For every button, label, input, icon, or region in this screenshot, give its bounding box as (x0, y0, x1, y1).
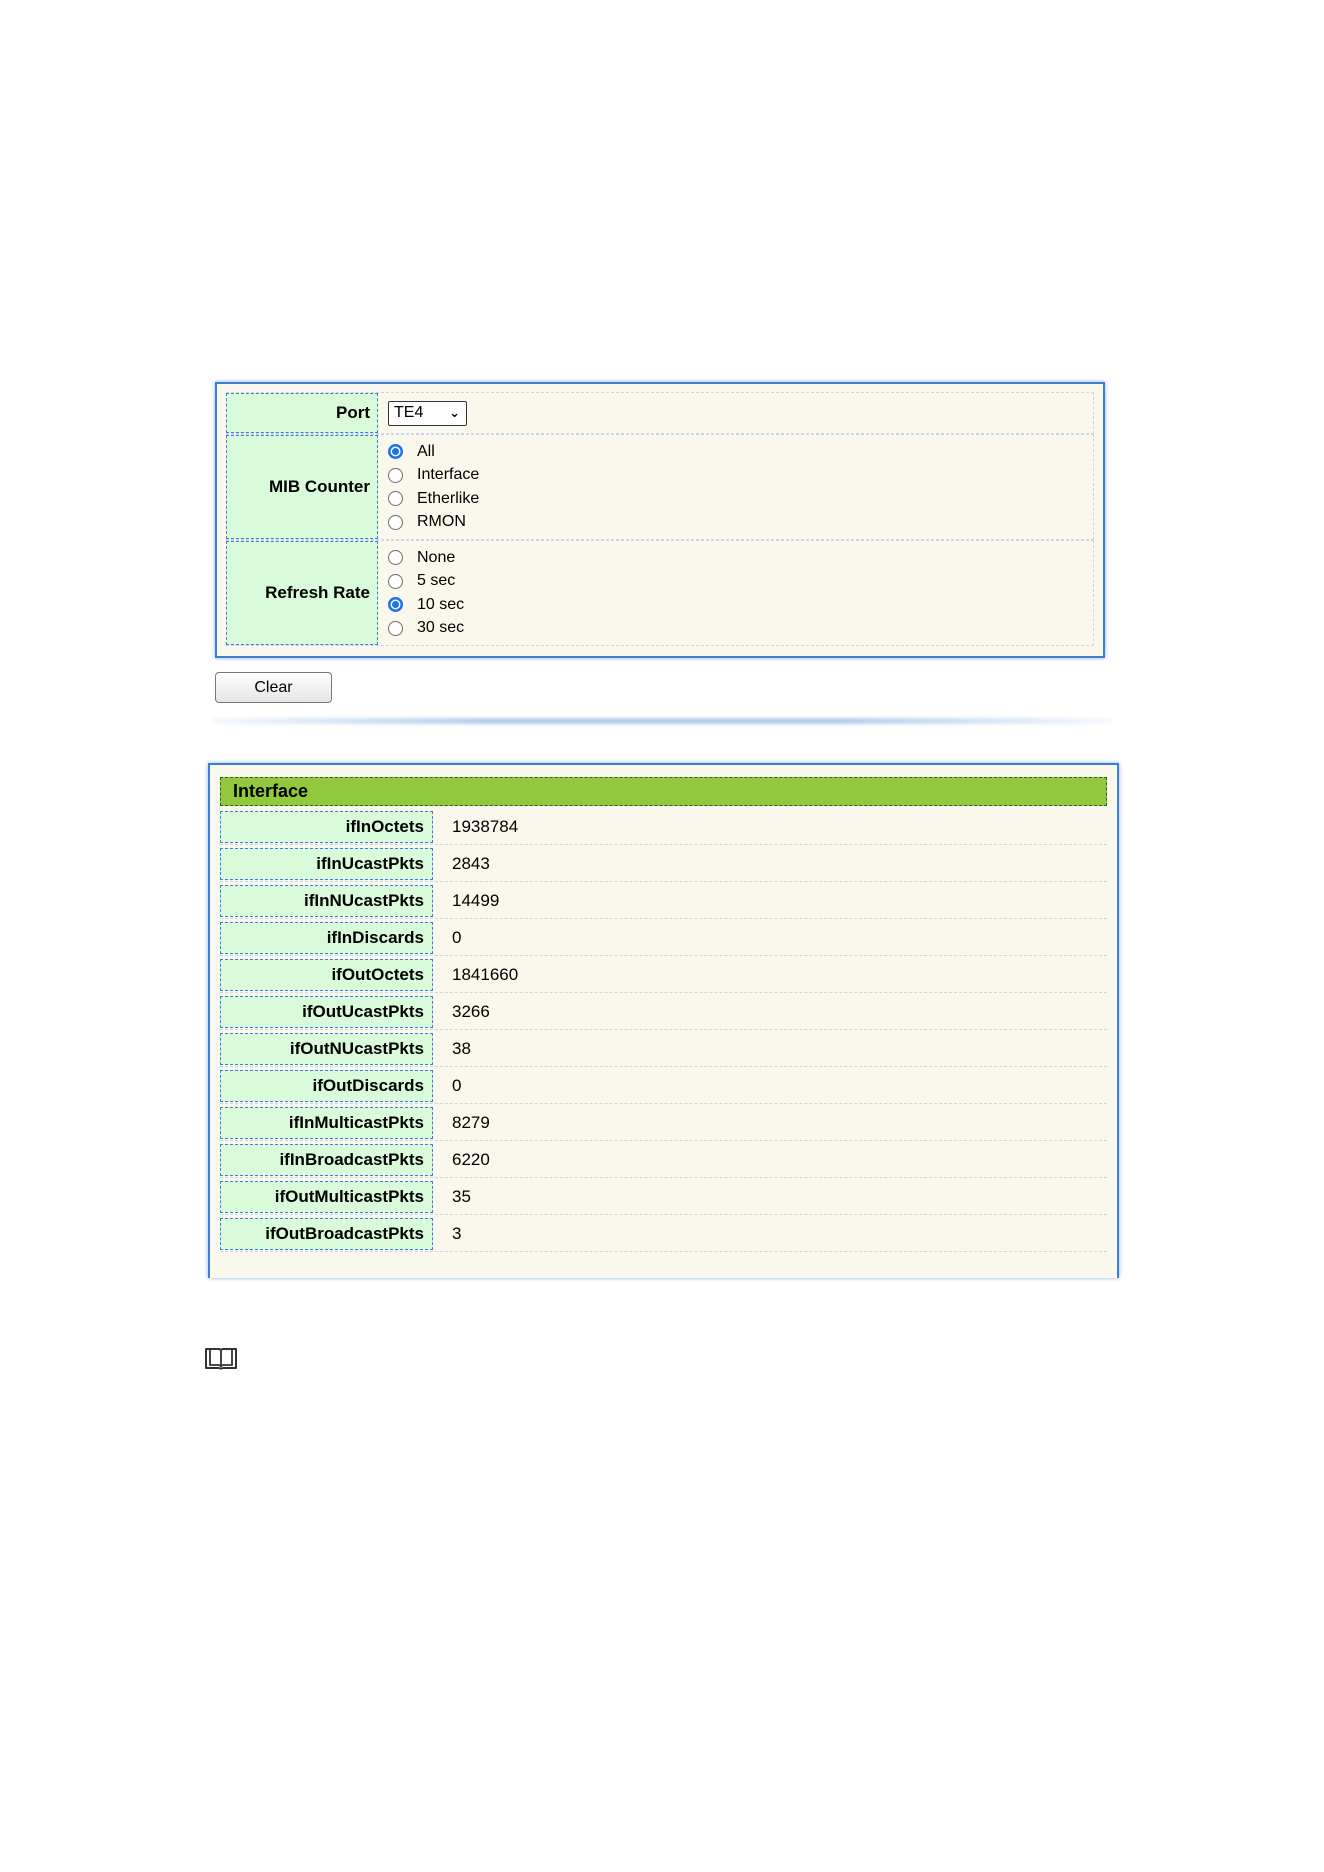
port-label: Port (226, 393, 378, 433)
clear-button[interactable]: Clear (215, 672, 332, 703)
radio-button[interactable] (388, 573, 403, 589)
counter-row: ifOutOctets 1841660 (220, 957, 1107, 993)
counter-value: 3266 (452, 1001, 490, 1021)
counter-name: ifOutDiscards (220, 1070, 433, 1102)
radio-label: 30 sec (417, 619, 465, 637)
mib-counter-option-etherlike[interactable]: Etherlike (388, 489, 479, 509)
counter-row: ifInBroadcastPkts 6220 (220, 1142, 1107, 1178)
counter-row: ifInNUcastPkts 14499 (220, 883, 1107, 919)
counter-name: ifOutMulticastPkts (220, 1181, 433, 1213)
interface-header: Interface (220, 777, 1107, 806)
counter-name: ifOutOctets (220, 959, 433, 991)
counter-row: ifOutNUcastPkts 38 (220, 1031, 1107, 1067)
counter-name: ifInMulticastPkts (220, 1107, 433, 1139)
radio-label: RMON (417, 513, 466, 531)
mib-counter-row: MIB Counter All Interface Etherlike RMON (226, 434, 1094, 540)
counter-row: ifInOctets 1938784 (220, 809, 1107, 845)
counter-value: 38 (452, 1038, 471, 1058)
counter-value: 2843 (452, 853, 490, 873)
radio-label: 5 sec (417, 572, 456, 590)
counter-name: ifOutBroadcastPkts (220, 1218, 433, 1250)
counter-value: 1938784 (452, 816, 519, 836)
counter-row: ifOutMulticastPkts 35 (220, 1179, 1107, 1215)
book-icon (205, 1348, 237, 1370)
counter-value: 6220 (452, 1149, 490, 1169)
mib-counter-options: All Interface Etherlike RMON (388, 442, 479, 532)
divider (212, 718, 1112, 724)
port-select-value: TE4 (394, 404, 424, 421)
radio-button[interactable] (388, 550, 403, 566)
radio-label: Interface (417, 466, 480, 484)
counter-value: 3 (452, 1223, 462, 1243)
mib-counter-option-all[interactable]: All (388, 442, 479, 462)
radio-button[interactable] (388, 597, 403, 613)
counter-row: ifOutUcastPkts 3266 (220, 994, 1107, 1030)
counter-row: ifOutBroadcastPkts 3 (220, 1216, 1107, 1252)
chevron-down-icon: ⌄ (449, 405, 460, 420)
radio-label: None (417, 548, 456, 566)
counter-name: ifInBroadcastPkts (220, 1144, 433, 1176)
mib-counter-option-interface[interactable]: Interface (388, 466, 479, 486)
counter-name: ifInUcastPkts (220, 848, 433, 880)
radio-button[interactable] (388, 491, 403, 507)
refresh-rate-option-none[interactable]: None (388, 548, 464, 568)
counter-value: 14499 (452, 890, 500, 910)
refresh-rate-option-10sec[interactable]: 10 sec (388, 595, 464, 615)
counter-name: ifOutNUcastPkts (220, 1033, 433, 1065)
counter-row: ifInMulticastPkts 8279 (220, 1105, 1107, 1141)
counter-name: ifOutUcastPkts (220, 996, 433, 1028)
refresh-rate-option-5sec[interactable]: 5 sec (388, 572, 464, 592)
counter-name: ifInOctets (220, 811, 433, 843)
counter-value: 8279 (452, 1112, 490, 1132)
page: Port TE4 ⌄ MIB Counter All Interface Eth… (0, 0, 1324, 1872)
counter-value: 0 (452, 927, 462, 947)
interface-counters-panel: Interface ifInOctets 1938784 ifInUcastPkts… (208, 763, 1119, 1278)
radio-label: All (417, 442, 435, 460)
refresh-rate-row: Refresh Rate None 5 sec 10 sec 30 sec (226, 540, 1094, 646)
counter-row: ifInUcastPkts 2843 (220, 846, 1107, 882)
counter-value: 0 (452, 1075, 462, 1095)
counter-row: ifInDiscards 0 (220, 920, 1107, 956)
radio-button[interactable] (388, 467, 403, 483)
radio-label: 10 sec (417, 595, 465, 613)
radio-button[interactable] (388, 444, 403, 460)
refresh-rate-option-30sec[interactable]: 30 sec (388, 619, 464, 639)
radio-button[interactable] (388, 620, 403, 636)
counter-value: 1841660 (452, 964, 519, 984)
refresh-rate-label: Refresh Rate (226, 541, 378, 645)
settings-panel: Port TE4 ⌄ MIB Counter All Interface Eth… (215, 382, 1105, 658)
radio-button[interactable] (388, 514, 403, 530)
counter-row: ifOutDiscards 0 (220, 1068, 1107, 1104)
port-row: Port TE4 ⌄ (226, 392, 1094, 434)
port-select[interactable]: TE4 ⌄ (388, 400, 467, 426)
counter-name: ifInDiscards (220, 922, 433, 954)
mib-counter-option-rmon[interactable]: RMON (388, 513, 479, 533)
radio-label: Etherlike (417, 489, 480, 507)
mib-counter-label: MIB Counter (226, 435, 378, 539)
refresh-rate-options: None 5 sec 10 sec 30 sec (388, 548, 464, 638)
counter-value: 35 (452, 1186, 471, 1206)
counter-name: ifInNUcastPkts (220, 885, 433, 917)
